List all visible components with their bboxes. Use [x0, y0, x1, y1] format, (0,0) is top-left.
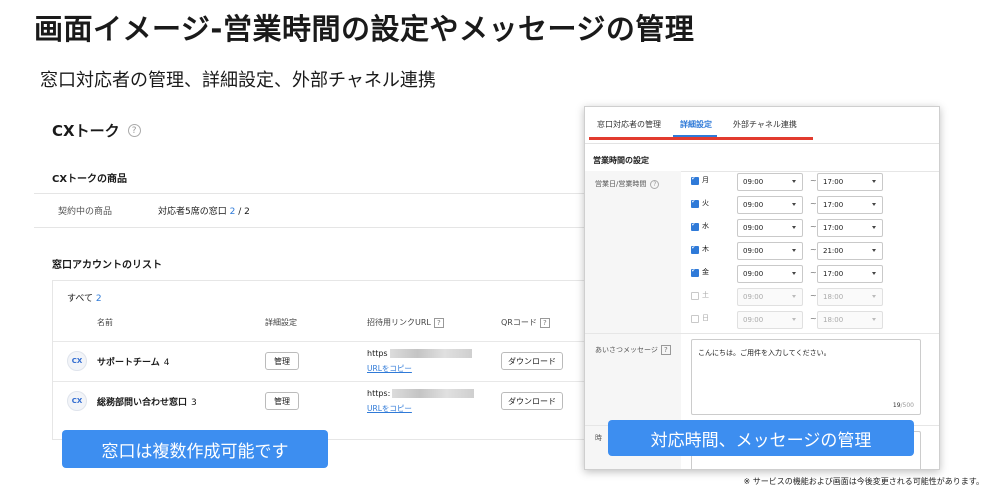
product-label: 契約中の商品 — [58, 207, 113, 217]
start-time-select[interactable]: 09:00 — [737, 219, 803, 237]
detail-settings-panel: 窓口対応者の管理 詳細設定 外部チャネル連携 営業時間の設定 営業日/営業時間 … — [584, 106, 940, 470]
day-checkbox[interactable] — [691, 197, 699, 208]
day-row-mon: 月 09:00 ~ 17:00 — [691, 173, 939, 191]
download-button[interactable]: ダウンロード — [501, 392, 563, 410]
account-list-title: 窓口アカウントのリスト — [52, 260, 162, 271]
help-icon[interactable]: ? — [539, 317, 550, 328]
column-settings: 詳細設定 — [265, 318, 297, 327]
chevron-down-icon — [872, 226, 876, 229]
chevron-down-icon — [792, 318, 796, 321]
manage-button[interactable]: 管理 — [265, 392, 299, 410]
divider — [585, 143, 939, 144]
end-time-select[interactable]: 17:00 — [817, 196, 883, 214]
help-icon[interactable]: ? — [433, 317, 444, 328]
table-row: CX サポートチーム 4 管理 https URLをコピー ダウンロード — [53, 341, 591, 381]
all-count: 2 — [95, 294, 102, 304]
avatar: CX — [67, 351, 87, 371]
day-row-sat: 土 09:00 ~ 18:00 — [691, 288, 939, 306]
redacted-url — [392, 389, 475, 398]
start-time-select[interactable]: 09:00 — [737, 311, 803, 329]
char-counter: 19/500 — [892, 402, 914, 409]
end-time-select[interactable]: 17:00 — [817, 173, 883, 191]
column-invite-url: 招待用リンクURL ? — [367, 317, 444, 328]
day-checkbox[interactable] — [691, 292, 699, 300]
chevron-down-icon — [792, 249, 796, 252]
invite-url: https — [367, 349, 472, 358]
product-row: 契約中の商品 対応者5席の窓口 2 / 2 — [34, 193, 590, 228]
end-time-select[interactable]: 17:00 — [817, 265, 883, 283]
multiple-windows-callout: 窓口は複数作成可能です — [62, 430, 328, 468]
chevron-down-icon — [792, 295, 796, 298]
start-time-select[interactable]: 09:00 — [737, 173, 803, 191]
chevron-down-icon — [872, 295, 876, 298]
column-qr: QRコード ? — [501, 317, 550, 328]
day-row-thu: 木 09:00 ~ 21:00 — [691, 242, 939, 260]
chevron-down-icon — [872, 249, 876, 252]
page-title: CXトーク — [52, 122, 120, 140]
account-member-count: 4 — [163, 358, 170, 368]
tab-agent-management[interactable]: 窓口対応者の管理 — [597, 119, 661, 130]
hours-message-callout: 対応時間、メッセージの管理 — [608, 420, 914, 456]
chevron-down-icon — [872, 180, 876, 183]
copy-url-link[interactable]: URLをコピー — [367, 403, 412, 414]
account-name: サポートチーム 4 — [97, 358, 170, 368]
slide-subtitle: 窓口対応者の管理、詳細設定、外部チャネル連携 — [40, 70, 436, 91]
account-list: すべて 2 名前 詳細設定 招待用リンクURL ? QRコード ? CX サポー… — [52, 280, 591, 440]
day-checkbox[interactable] — [691, 266, 699, 277]
account-member-count: 3 — [191, 398, 197, 408]
day-checkbox[interactable] — [691, 174, 699, 185]
divider — [585, 333, 939, 334]
invite-url: https: — [367, 389, 475, 398]
end-time-select[interactable]: 17:00 — [817, 219, 883, 237]
day-row-sun: 日 09:00 ~ 18:00 — [691, 311, 939, 329]
product-section-title: CXトークの商品 — [52, 174, 128, 185]
tab-highlight-line — [589, 137, 813, 140]
day-row-tue: 火 09:00 ~ 17:00 — [691, 196, 939, 214]
chevron-down-icon — [792, 272, 796, 275]
product-value: 対応者5席の窓口 2 / 2 — [158, 207, 250, 217]
cx-talk-title: CXトーク ? — [52, 120, 141, 141]
end-time-select[interactable]: 18:00 — [817, 288, 883, 306]
start-time-select[interactable]: 09:00 — [737, 196, 803, 214]
truncated-label: 時 — [595, 434, 602, 442]
chevron-down-icon — [792, 203, 796, 206]
footnote: ※ サービスの機能および画面は今後変更される可能性があります。 — [743, 477, 984, 486]
chevron-down-icon — [792, 226, 796, 229]
chevron-down-icon — [872, 318, 876, 321]
greeting-message-input[interactable]: こんにちは。ご用件を入力してください。 19/500 — [691, 339, 921, 415]
chevron-down-icon — [872, 203, 876, 206]
start-time-select[interactable]: 09:00 — [737, 242, 803, 260]
help-icon[interactable]: ? — [650, 179, 660, 189]
greeting-label: あいさつメッセージ ? — [595, 345, 671, 355]
column-name: 名前 — [97, 318, 113, 327]
day-row-wed: 水 09:00 ~ 17:00 — [691, 219, 939, 237]
redacted-url — [389, 349, 472, 358]
filter-all[interactable]: すべて 2 — [67, 291, 102, 304]
business-hours-title: 営業時間の設定 — [593, 156, 649, 165]
chevron-down-icon — [792, 180, 796, 183]
chevron-down-icon — [872, 272, 876, 275]
settings-tabs: 窓口対応者の管理 詳細設定 外部チャネル連携 — [585, 107, 939, 143]
table-row: CX 総務部問い合わせ窓口 3 管理 https: URLをコピー ダウンロード — [53, 381, 591, 421]
avatar: CX — [67, 391, 87, 411]
tab-detail-settings[interactable]: 詳細設定 — [680, 119, 712, 130]
copy-url-link[interactable]: URLをコピー — [367, 363, 412, 374]
product-total: 2 — [244, 207, 250, 217]
day-checkbox[interactable] — [691, 220, 699, 231]
account-name: 総務部問い合わせ窓口 3 — [97, 398, 197, 408]
day-row-fri: 金 09:00 ~ 17:00 — [691, 265, 939, 283]
day-checkbox[interactable] — [691, 243, 699, 254]
start-time-select[interactable]: 09:00 — [737, 265, 803, 283]
business-days-label: 営業日/営業時間 ? — [595, 179, 660, 189]
tab-external-channels[interactable]: 外部チャネル連携 — [733, 119, 797, 130]
help-icon[interactable]: ? — [660, 345, 671, 355]
day-checkbox[interactable] — [691, 315, 699, 323]
start-time-select[interactable]: 09:00 — [737, 288, 803, 306]
download-button[interactable]: ダウンロード — [501, 352, 563, 370]
slide-title: 画面イメージ-営業時間の設定やメッセージの管理 — [34, 12, 695, 46]
end-time-select[interactable]: 18:00 — [817, 311, 883, 329]
manage-button[interactable]: 管理 — [265, 352, 299, 370]
help-icon[interactable]: ? — [127, 124, 141, 137]
end-time-select[interactable]: 21:00 — [817, 242, 883, 260]
